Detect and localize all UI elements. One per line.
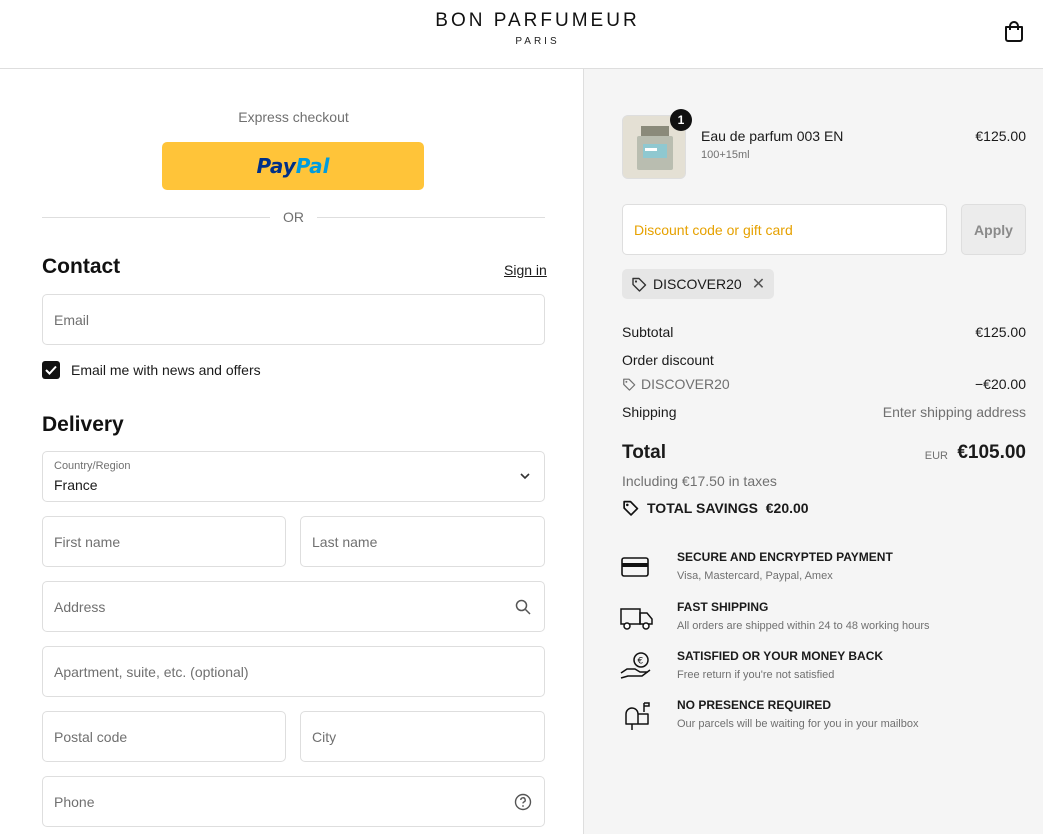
brand-logo[interactable]: BON PARFUMEUR PARIS — [0, 10, 1043, 47]
apartment-field[interactable]: Apartment, suite, etc. (optional) — [42, 646, 545, 697]
postal-code-field[interactable]: Postal code — [42, 711, 286, 762]
paypal-logo-pal: Pal — [295, 154, 330, 178]
savings-label: TOTAL SAVINGS — [647, 499, 758, 516]
taxes-note: Including €17.50 in taxes — [622, 473, 777, 489]
first-name-field[interactable]: First name — [42, 516, 286, 567]
shipping-label: Shipping — [622, 404, 677, 420]
tag-icon — [632, 277, 647, 292]
paypal-logo: PayPal — [256, 154, 329, 178]
apartment-placeholder: Apartment, suite, etc. (optional) — [54, 664, 249, 680]
discount-code-input[interactable]: Discount code or gift card — [622, 204, 947, 255]
tag-icon — [623, 378, 636, 391]
assurance-title: NO PRESENCE REQUIRED — [677, 698, 832, 712]
country-label: Country/Region — [54, 460, 131, 472]
applied-discount-code: DISCOVER20 — [653, 276, 742, 292]
country-value: France — [54, 477, 98, 493]
credit-card-icon — [621, 557, 649, 577]
address-field[interactable]: Address — [42, 581, 545, 632]
assurance-title: FAST SHIPPING — [677, 600, 769, 614]
postal-code-placeholder: Postal code — [54, 729, 128, 745]
first-name-placeholder: First name — [54, 534, 121, 550]
product-price: €125.00 — [975, 128, 1026, 144]
search-icon[interactable] — [514, 598, 532, 616]
order-discount-row: Order discount — [622, 352, 1026, 368]
total-currency: EUR — [924, 450, 948, 462]
assurance-no-presence: NO PRESENCE REQUIRED Our parcels will be… — [620, 698, 1030, 738]
product-name: Eau de parfum 003 EN — [701, 128, 844, 144]
discount-code-row: DISCOVER20 −€20.00 — [622, 376, 1026, 394]
shipping-row: Shipping Enter shipping address — [622, 404, 1026, 420]
applied-discount-chip: DISCOVER20 ✕ — [622, 269, 775, 299]
subtotal-row: Subtotal €125.00 — [622, 324, 1026, 340]
discount-amount: −€20.00 — [975, 376, 1026, 392]
checkout-form: Express checkout PayPal OR Contact Sign … — [0, 69, 584, 834]
assurance-description: Visa, Mastercard, Paypal, Amex — [677, 570, 833, 582]
last-name-placeholder: Last name — [312, 534, 378, 550]
svg-text:€: € — [638, 657, 644, 667]
assurance-title: SECURE AND ENCRYPTED PAYMENT — [677, 550, 893, 564]
brand-subtitle: PARIS — [515, 36, 560, 47]
phone-placeholder: Phone — [54, 794, 95, 810]
assurance-fast-shipping: FAST SHIPPING All orders are shipped wit… — [620, 600, 1030, 640]
assurance-description: All orders are shipped within 24 to 48 w… — [677, 620, 930, 632]
tag-icon — [623, 500, 639, 516]
subtotal-label: Subtotal — [622, 324, 674, 340]
savings-value: €20.00 — [765, 499, 809, 516]
discount-placeholder: Discount code or gift card — [634, 222, 793, 238]
shipping-value: Enter shipping address — [882, 404, 1026, 420]
mailbox-icon — [625, 702, 650, 730]
last-name-field[interactable]: Last name — [300, 516, 545, 567]
delivery-truck-icon — [620, 608, 653, 630]
apply-discount-button[interactable]: Apply — [961, 204, 1026, 255]
email-placeholder: Email — [54, 312, 90, 328]
brand-name: BON PARFUMEUR — [435, 10, 640, 31]
email-field[interactable]: Email — [42, 294, 545, 345]
total-savings: TOTAL SAVINGS €20.00 — [622, 499, 809, 516]
sign-in-link[interactable]: Sign in — [504, 262, 547, 278]
shopping-bag-icon[interactable] — [1003, 19, 1025, 43]
paypal-logo-pay: Pay — [256, 154, 296, 178]
or-divider: OR — [42, 209, 545, 225]
checkmark-icon — [45, 365, 57, 375]
assurance-title: SATISFIED OR YOUR MONEY BACK — [677, 649, 884, 663]
discount-code-entry: DISCOVER20 — [622, 376, 730, 392]
total-value: €105.00 — [957, 442, 1026, 463]
newsletter-label: Email me with news and offers — [71, 362, 261, 378]
assurance-description: Free return if you're not satisfied — [677, 669, 835, 681]
order-summary: 1 Eau de parfum 003 EN 100+15ml €125.00 … — [584, 69, 1043, 834]
assurance-money-back: € SATISFIED OR YOUR MONEY BACK Free retu… — [620, 649, 1030, 689]
subtotal-value: €125.00 — [975, 324, 1026, 340]
newsletter-checkbox[interactable] — [42, 361, 60, 379]
express-checkout-label: Express checkout — [238, 109, 349, 125]
product-variant: 100+15ml — [701, 149, 750, 161]
chevron-down-icon — [520, 473, 530, 480]
city-field[interactable]: City — [300, 711, 545, 762]
discount-code-label: DISCOVER20 — [641, 376, 730, 392]
total-label: Total — [622, 442, 666, 463]
site-header: BON PARFUMEUR PARIS — [0, 0, 1043, 69]
address-placeholder: Address — [54, 599, 106, 615]
assurance-description: Our parcels will be waiting for you in y… — [677, 718, 919, 730]
delivery-heading: Delivery — [42, 413, 124, 436]
newsletter-option[interactable]: Email me with news and offers — [42, 360, 261, 380]
phone-field[interactable]: Phone — [42, 776, 545, 827]
quantity-badge: 1 — [670, 109, 692, 131]
contact-heading: Contact — [42, 255, 121, 278]
paypal-button[interactable]: PayPal — [162, 142, 424, 190]
city-placeholder: City — [312, 729, 337, 745]
remove-discount-icon[interactable]: ✕ — [752, 274, 765, 294]
money-back-icon: € — [620, 652, 651, 679]
country-select[interactable]: Country/Region France — [42, 451, 545, 502]
help-icon[interactable] — [514, 793, 532, 811]
order-discount-label: Order discount — [622, 352, 714, 368]
divider-line — [317, 217, 545, 218]
assurance-secure-payment: SECURE AND ENCRYPTED PAYMENT Visa, Maste… — [620, 550, 1030, 590]
